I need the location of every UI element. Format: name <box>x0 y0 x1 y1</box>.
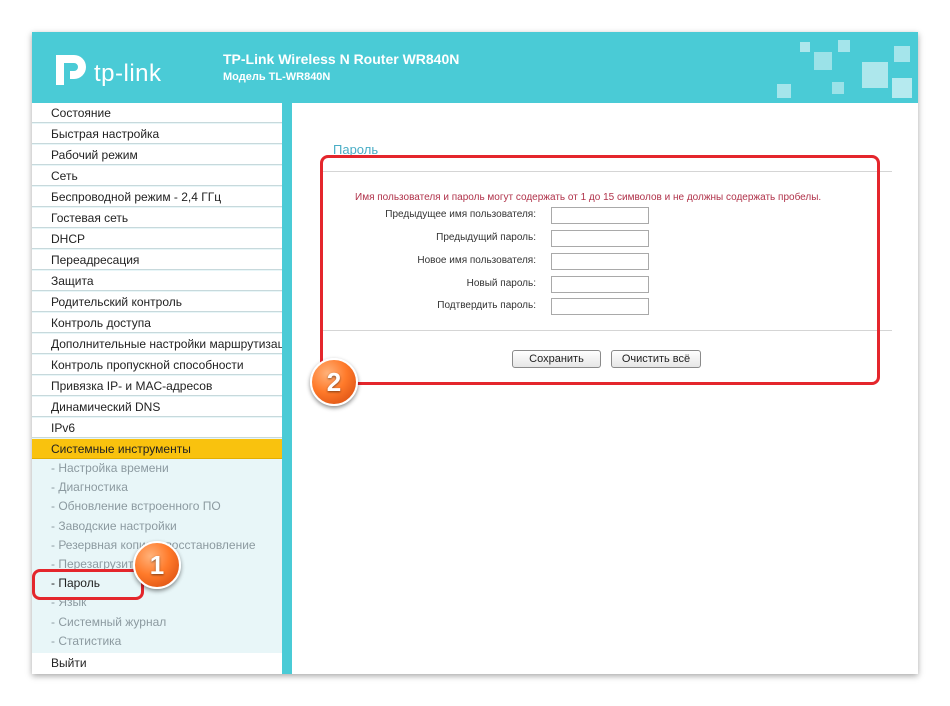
decor-square <box>800 42 810 52</box>
sidebar-item-parental-control[interactable]: Родительский контроль <box>32 292 282 312</box>
sidebar-item-forwarding[interactable]: Переадресация <box>32 250 282 270</box>
sidebar-item-logout[interactable]: Выйти <box>32 653 282 674</box>
highlight-form-box <box>320 155 880 385</box>
header: tp-link TP-Link Wireless N Router WR840N… <box>32 32 918 103</box>
tp-link-logo-icon <box>56 55 86 85</box>
router-title: TP-Link Wireless N Router WR840N <box>223 51 460 67</box>
decor-square <box>777 84 791 98</box>
sidebar-item-ip-mac-binding[interactable]: Привязка IP- и MAC-адресов <box>32 376 282 396</box>
sidebar-item-ipv6[interactable]: IPv6 <box>32 418 282 438</box>
sidebar-item-quick-setup[interactable]: Быстрая настройка <box>32 124 282 144</box>
decor-square <box>814 52 832 70</box>
sidebar-item-advanced-routing[interactable]: Дополнительные настройки маршрутизации <box>32 334 282 354</box>
step-badge-2: 2 <box>310 358 358 406</box>
step-badge-1: 1 <box>133 541 181 589</box>
logo-text: tp-link <box>94 60 162 87</box>
highlight-password-item <box>32 569 144 600</box>
sidebar-subitem-system-log[interactable]: - Системный журнал <box>32 613 282 632</box>
decor-square <box>862 62 888 88</box>
sidebar-item-security[interactable]: Защита <box>32 271 282 291</box>
decor-square <box>892 78 912 98</box>
sidebar-item-dynamic-dns[interactable]: Динамический DNS <box>32 397 282 417</box>
sidebar-item-network[interactable]: Сеть <box>32 166 282 186</box>
sidebar-subitem-time-settings[interactable]: - Настройка времени <box>32 459 282 478</box>
router-model: Модель TL-WR840N <box>223 71 331 83</box>
sidebar-item-guest-network[interactable]: Гостевая сеть <box>32 208 282 228</box>
sidebar-item-status[interactable]: Состояние <box>32 103 282 123</box>
decor-square <box>838 40 850 52</box>
sidebar-subitem-factory-defaults[interactable]: - Заводские настройки <box>32 517 282 536</box>
sidebar-subitem-diagnostics[interactable]: - Диагностика <box>32 478 282 497</box>
sidebar-item-wireless[interactable]: Беспроводной режим - 2,4 ГГц <box>32 187 282 207</box>
sidebar-divider <box>282 103 292 674</box>
sidebar-subitem-firmware-upgrade[interactable]: - Обновление встроенного ПО <box>32 497 282 516</box>
sidebar-item-access-control[interactable]: Контроль доступа <box>32 313 282 333</box>
sidebar-item-bandwidth-control[interactable]: Контроль пропускной способности <box>32 355 282 375</box>
sidebar-item-system-tools[interactable]: Системные инструменты <box>32 439 282 459</box>
sidebar-item-operation-mode[interactable]: Рабочий режим <box>32 145 282 165</box>
sidebar-item-dhcp[interactable]: DHCP <box>32 229 282 249</box>
decor-square <box>894 46 910 62</box>
sidebar-subitem-statistics[interactable]: - Статистика <box>32 632 282 651</box>
decor-square <box>832 82 844 94</box>
